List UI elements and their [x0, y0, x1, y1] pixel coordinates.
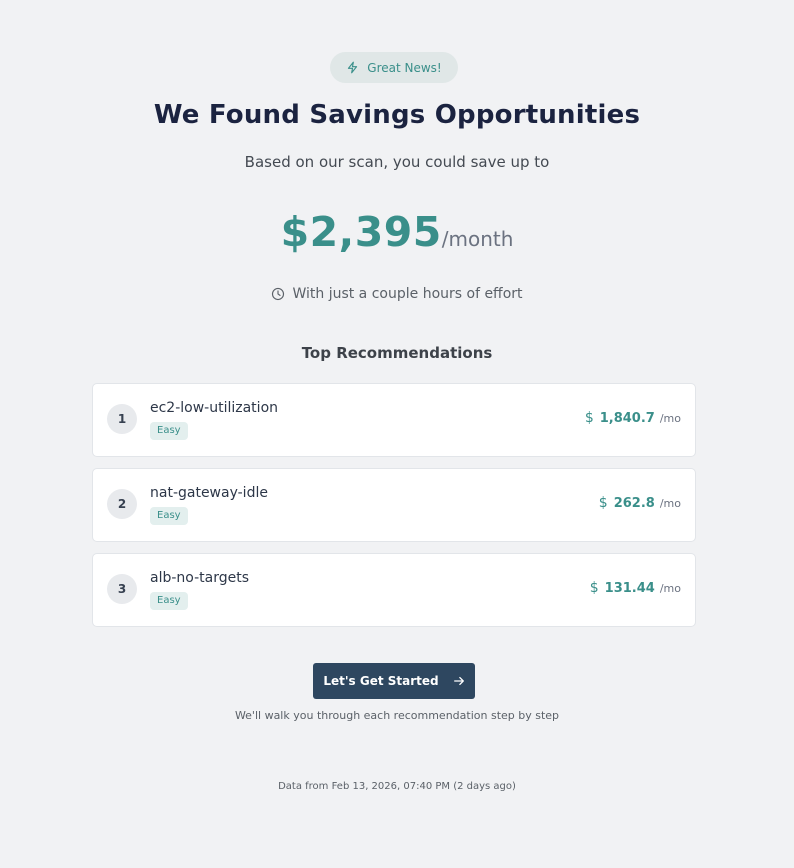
- recommendation-rank: 1: [107, 404, 137, 434]
- saving-value: 131.44: [604, 581, 655, 596]
- dollar-icon: $: [598, 495, 608, 511]
- saving-unit: /mo: [659, 582, 681, 595]
- page-title: We Found Savings Opportunities: [153, 100, 641, 130]
- arrow-right-icon: [453, 676, 464, 686]
- get-started-button[interactable]: Let's Get Started: [313, 663, 475, 699]
- difficulty-badge: Easy: [150, 422, 188, 440]
- savings-summary-page: Great News! We Found Savings Opportuniti…: [0, 0, 794, 868]
- badge-label: Great News!: [367, 60, 442, 75]
- lightning-icon: [348, 61, 358, 74]
- difficulty-badge: Easy: [150, 592, 188, 610]
- savings-value: $2,395: [280, 208, 442, 256]
- saving-unit: /mo: [659, 412, 681, 425]
- recommendation-saving: $ 131.44 /mo: [590, 580, 681, 596]
- cta-hint: We'll walk you through each recommendati…: [234, 709, 560, 722]
- recommendation-card[interactable]: 1 ec2-low-utilization Easy $ 1,840.7 /mo: [92, 383, 696, 457]
- recommendation-card[interactable]: 3 alb-no-targets Easy $ 131.44 /mo: [92, 553, 696, 627]
- page-subtitle: Based on our scan, you could save up to: [244, 153, 550, 171]
- savings-period: /month: [441, 227, 514, 251]
- data-timestamp: Data from Feb 13, 2026, 07:40 PM (2 days…: [278, 781, 516, 792]
- recommendation-name: ec2-low-utilization: [150, 400, 279, 416]
- effort-note: With just a couple hours of effort: [0, 286, 794, 302]
- dollar-icon: $: [584, 410, 594, 426]
- recommendations-title: Top Recommendations: [301, 344, 493, 362]
- clock-icon: [272, 287, 285, 301]
- effort-text: With just a couple hours of effort: [292, 286, 523, 302]
- saving-value: 1,840.7: [599, 411, 655, 426]
- get-started-label: Let's Get Started: [323, 674, 439, 688]
- dollar-icon: $: [589, 580, 599, 596]
- savings-amount: $2,395/month: [0, 208, 794, 256]
- difficulty-badge: Easy: [150, 507, 188, 525]
- recommendation-saving: $ 262.8 /mo: [599, 495, 681, 511]
- recommendation-name: nat-gateway-idle: [150, 485, 268, 501]
- recommendation-saving: $ 1,840.7 /mo: [585, 410, 681, 426]
- great-news-badge: Great News!: [330, 52, 458, 83]
- saving-value: 262.8: [613, 496, 655, 511]
- recommendation-rank: 3: [107, 574, 137, 604]
- recommendation-card[interactable]: 2 nat-gateway-idle Easy $ 262.8 /mo: [92, 468, 696, 542]
- saving-unit: /mo: [659, 497, 681, 510]
- recommendation-rank: 2: [107, 489, 137, 519]
- recommendation-name: alb-no-targets: [150, 570, 250, 586]
